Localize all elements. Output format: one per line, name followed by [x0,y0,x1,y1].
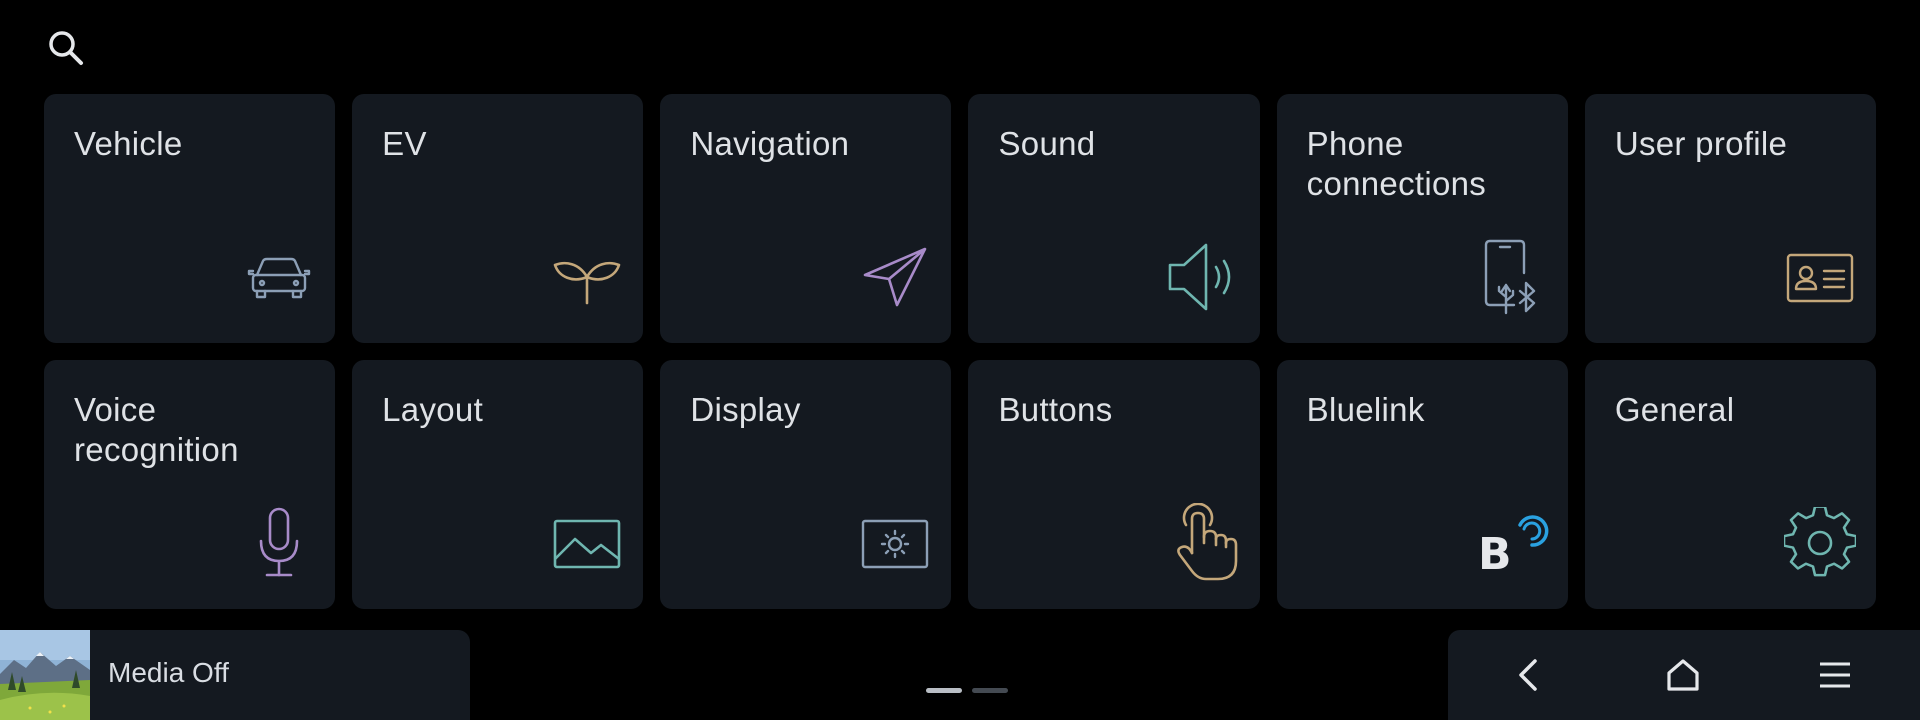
tile-bluelink[interactable]: Bluelink B [1276,360,1568,609]
page-dot-active[interactable] [926,688,962,693]
touch-hand-icon [1166,503,1242,581]
tile-display[interactable]: Display [660,360,952,609]
tile-label: User profile [1614,125,1788,162]
menu-button[interactable] [1812,652,1858,698]
image-icon [549,505,625,581]
svg-text:B: B [1478,529,1512,579]
tile-label: Buttons [998,391,1113,428]
tile-label: EV [382,125,427,162]
media-widget[interactable]: Media Off [0,630,470,720]
menu-icon [1820,662,1850,688]
system-nav-bar [1448,630,1920,720]
phone-connection-icon [1474,239,1550,315]
back-chevron-icon [1519,659,1537,691]
tile-navigation[interactable]: Navigation [660,94,952,343]
tile-label: Display [690,391,801,428]
search-icon [49,31,83,65]
tile-vehicle[interactable]: Vehicle [44,94,336,343]
tile-label: Vehicle [74,125,183,162]
tile-sound[interactable]: Sound [968,94,1260,343]
tile-label: Voice recognition [74,391,239,468]
tile-label: General [1614,391,1735,428]
tile-voice-recognition[interactable]: Voice recognition [44,360,336,609]
page-indicator [926,688,1008,693]
display-brightness-icon [857,505,933,581]
home-icon [1667,659,1699,691]
tile-layout[interactable]: Layout [352,360,644,609]
settings-grid: Vehicle EV Navigation Sound Phone connec… [44,94,1876,609]
speaker-icon [1166,239,1242,315]
media-status-label: Media Off [108,657,229,688]
home-button[interactable] [1660,652,1706,698]
back-button[interactable] [1505,652,1551,698]
tile-label: Bluelink [1306,391,1425,428]
album-art-thumbnail [0,630,90,720]
tile-label: Navigation [690,125,850,162]
tile-label: Layout [382,391,484,428]
tile-phone-connections[interactable]: Phone connections [1276,94,1568,343]
tile-general[interactable]: General [1584,360,1876,609]
sprout-icon [549,239,625,315]
gear-icon [1782,505,1858,581]
bluelink-icon: B [1474,505,1550,581]
profile-card-icon [1782,239,1858,315]
search-button[interactable] [44,26,88,70]
tile-buttons[interactable]: Buttons [968,360,1260,609]
navigation-arrow-icon [857,239,933,315]
microphone-icon [241,505,317,581]
tile-label: Sound [998,125,1096,162]
page-dot[interactable] [972,688,1008,693]
car-icon [241,239,317,315]
tile-ev[interactable]: EV [352,94,644,343]
tile-label: Phone connections [1306,125,1487,202]
tile-user-profile[interactable]: User profile [1584,94,1876,343]
